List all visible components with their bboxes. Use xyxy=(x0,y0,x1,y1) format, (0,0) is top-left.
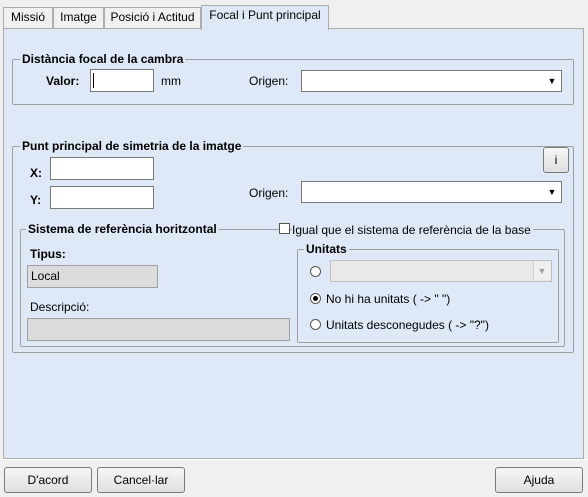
chevron-down-icon[interactable]: ▼ xyxy=(544,72,560,90)
units-unknown-label[interactable]: Unitats desconegudes ( -> "?") xyxy=(326,318,489,332)
focal-origen-label: Origen: xyxy=(249,74,289,88)
focal-unit-label: mm xyxy=(161,74,181,88)
help-button-label: Ajuda xyxy=(523,473,555,487)
same-as-base-label[interactable]: Igual que el sistema de referència de la… xyxy=(292,223,533,237)
same-as-base-checkbox[interactable] xyxy=(279,223,290,234)
focal-origen-select[interactable]: ▼ xyxy=(301,70,562,92)
separator xyxy=(0,459,588,460)
tab-label: Posició i Actitud xyxy=(110,10,195,24)
cancel-button[interactable]: Cancel·lar xyxy=(97,467,185,493)
x-label: X: xyxy=(30,166,42,180)
tipus-value: Local xyxy=(31,269,60,283)
tab-missio[interactable]: Missió xyxy=(3,7,53,28)
units-radio-none[interactable] xyxy=(310,293,321,304)
tipus-field: Local xyxy=(27,265,158,288)
tab-label: Focal i Punt principal xyxy=(209,8,321,22)
valor-label: Valor: xyxy=(46,74,80,88)
chevron-down-icon[interactable]: ▼ xyxy=(544,183,560,201)
units-radio-unknown[interactable] xyxy=(310,319,321,330)
info-button[interactable]: i xyxy=(543,147,569,173)
focal-value-input[interactable] xyxy=(90,69,154,92)
descripcio-label: Descripció: xyxy=(30,300,90,314)
chevron-down-icon[interactable]: ▼ xyxy=(533,262,550,280)
principal-point-legend: Punt principal de simetria de la imatge xyxy=(20,139,244,153)
y-label: Y: xyxy=(30,193,42,207)
ok-button[interactable]: D'acord xyxy=(4,467,92,493)
principal-origen-select[interactable]: ▼ xyxy=(301,181,562,203)
tab-imatge[interactable]: Imatge xyxy=(53,7,104,28)
refsys-legend: Sistema de referència horitzontal xyxy=(26,222,219,236)
tipus-label: Tipus: xyxy=(30,247,66,261)
units-legend: Unitats xyxy=(304,242,349,256)
help-button[interactable]: Ajuda xyxy=(495,467,583,493)
principal-origen-label: Origen: xyxy=(249,186,289,200)
ok-button-label: D'acord xyxy=(27,473,69,487)
tab-focal-punt-principal[interactable]: Focal i Punt principal xyxy=(201,5,329,30)
tab-label: Imatge xyxy=(60,10,97,24)
units-select[interactable]: ▼ xyxy=(330,260,552,282)
y-input[interactable] xyxy=(50,186,154,209)
x-input[interactable] xyxy=(50,157,154,180)
units-radio-custom[interactable] xyxy=(310,266,321,277)
tab-label: Missió xyxy=(10,10,45,24)
cancel-button-label: Cancel·lar xyxy=(113,473,169,487)
focal-distance-legend: Distància focal de la cambra xyxy=(20,52,186,66)
units-none-label[interactable]: No hi ha unitats ( -> " ") xyxy=(326,292,450,306)
tab-panel: Distància focal de la cambra Valor: mm O… xyxy=(3,28,584,459)
descripcio-field xyxy=(27,318,290,341)
text-caret xyxy=(93,73,94,88)
tab-posicio-actitud[interactable]: Posició i Actitud xyxy=(104,7,201,28)
info-icon: i xyxy=(554,153,558,167)
